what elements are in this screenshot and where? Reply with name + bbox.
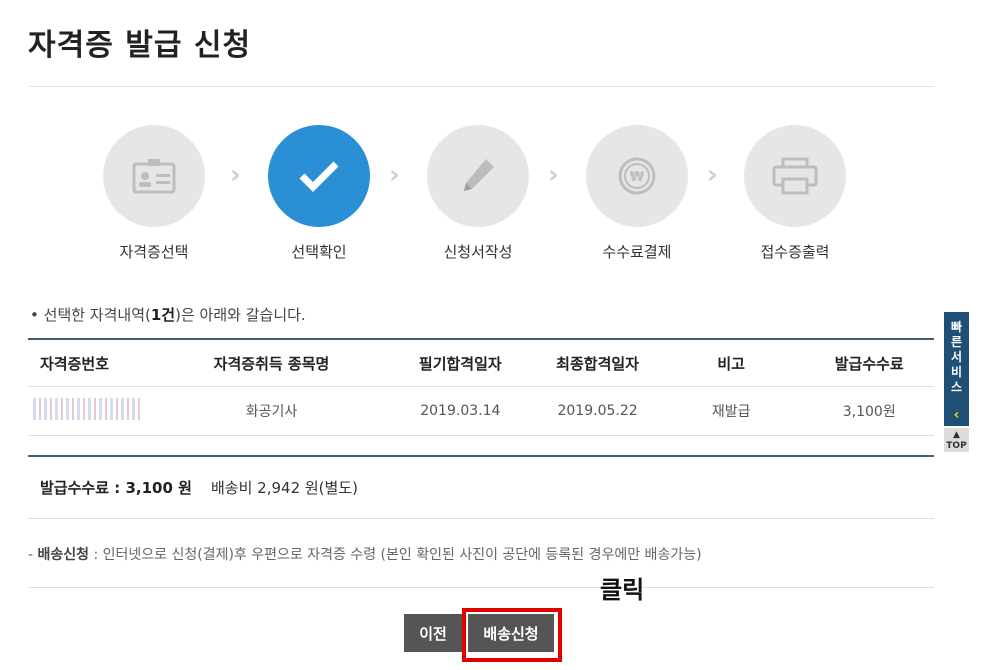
divider <box>28 455 934 457</box>
fee-cell: 3,100원 <box>804 386 934 436</box>
column-header: 비고 <box>657 338 805 387</box>
arrow-up-icon: ▲ <box>953 430 960 440</box>
step-label: 수수료결제 <box>602 243 672 261</box>
top-label: TOP <box>946 441 967 451</box>
page-title: 자격증 발급 신청 <box>28 28 252 63</box>
prev-button[interactable]: 이전 <box>404 614 462 652</box>
selection-notice: • 선택한 자격내역(1건)은 아래와 갈습니다. <box>30 304 306 325</box>
delivery-prefix: - <box>28 547 38 563</box>
certificate-name-cell: 화공기사 <box>159 386 384 436</box>
final-date-cell: 2019.05.22 <box>537 386 658 436</box>
pencil-icon <box>464 159 494 191</box>
delivery-note: - 배송신청 : 인터넷으로 신청(결제)후 우편으로 자격증 수령 (본인 확… <box>28 544 702 564</box>
step-write-application: 신청서작성 <box>398 125 558 262</box>
chevron-left-icon[interactable]: ‹ <box>944 404 969 426</box>
printer-icon <box>772 157 818 195</box>
fee-summary: 발급수수료 : 3,100 원 배송비 2,942 원(별도) <box>40 477 358 498</box>
certificate-table: 자격증번호 자격증취득 종목명 필기합격일자 최종합격일자 비고 발급수수료 화… <box>28 338 934 436</box>
table-row: 화공기사 2019.03.14 2019.05.22 재발급 3,100원 <box>28 386 934 436</box>
won-coin-icon: ₩ <box>618 157 656 195</box>
highlight-box <box>462 608 562 662</box>
column-header: 자격증취득 종목명 <box>159 338 384 387</box>
delivery-text: : 인터넷으로 신청(결제)후 우편으로 자격증 수령 (본인 확인된 사진이 … <box>89 547 702 563</box>
step-label: 자격증선택 <box>119 243 189 261</box>
issue-fee-label: 발급수수료 : 3,100 원 <box>40 479 192 497</box>
step-circle <box>427 125 529 227</box>
step-circle <box>744 125 846 227</box>
scroll-top-button[interactable]: ▲ TOP <box>944 428 969 452</box>
step-select-certificate: 자격증선택 <box>74 125 234 262</box>
certificate-number-cell <box>28 386 160 436</box>
remark-cell: 재발급 <box>657 386 805 436</box>
column-header: 필기합격일자 <box>383 338 538 387</box>
shipping-fee: 배송비 2,942 원(별도) <box>211 479 358 497</box>
step-label: 접수증출력 <box>760 243 830 261</box>
step-label: 신청서작성 <box>443 243 513 261</box>
divider <box>28 587 934 588</box>
step-circle <box>268 125 370 227</box>
quick-service-label: 빠른서비스 <box>950 320 963 394</box>
step-label: 선택확인 <box>291 243 347 261</box>
column-header: 발급수수료 <box>804 338 934 387</box>
table-header-row: 자격증번호 자격증취득 종목명 필기합격일자 최종합격일자 비고 발급수수료 <box>28 338 934 387</box>
checkmark-icon <box>299 161 339 192</box>
delivery-title: 배송신청 <box>37 547 90 563</box>
step-circle: ₩ <box>586 125 688 227</box>
quick-service-tab[interactable]: 빠른서비스 <box>944 312 969 404</box>
step-confirm-selection: 선택확인 <box>239 125 399 262</box>
notice-count: 1건 <box>150 306 176 324</box>
redacted-number <box>32 398 143 420</box>
divider <box>28 86 934 87</box>
column-header: 자격증번호 <box>28 338 160 387</box>
step-print-receipt: 접수증출력 <box>715 125 875 262</box>
column-header: 최종합격일자 <box>537 338 658 387</box>
notice-text: 선택한 자격내역( <box>43 306 151 324</box>
divider <box>28 518 934 519</box>
written-date-cell: 2019.03.14 <box>383 386 538 436</box>
click-annotation: 클릭 <box>600 576 645 604</box>
step-payment: ₩ 수수료결제 <box>557 125 717 262</box>
svg-text:₩: ₩ <box>630 170 645 185</box>
id-card-icon <box>132 159 176 194</box>
step-circle <box>103 125 205 227</box>
notice-text: )은 아래와 갈습니다. <box>175 306 306 324</box>
bullet-icon: • <box>30 306 39 324</box>
